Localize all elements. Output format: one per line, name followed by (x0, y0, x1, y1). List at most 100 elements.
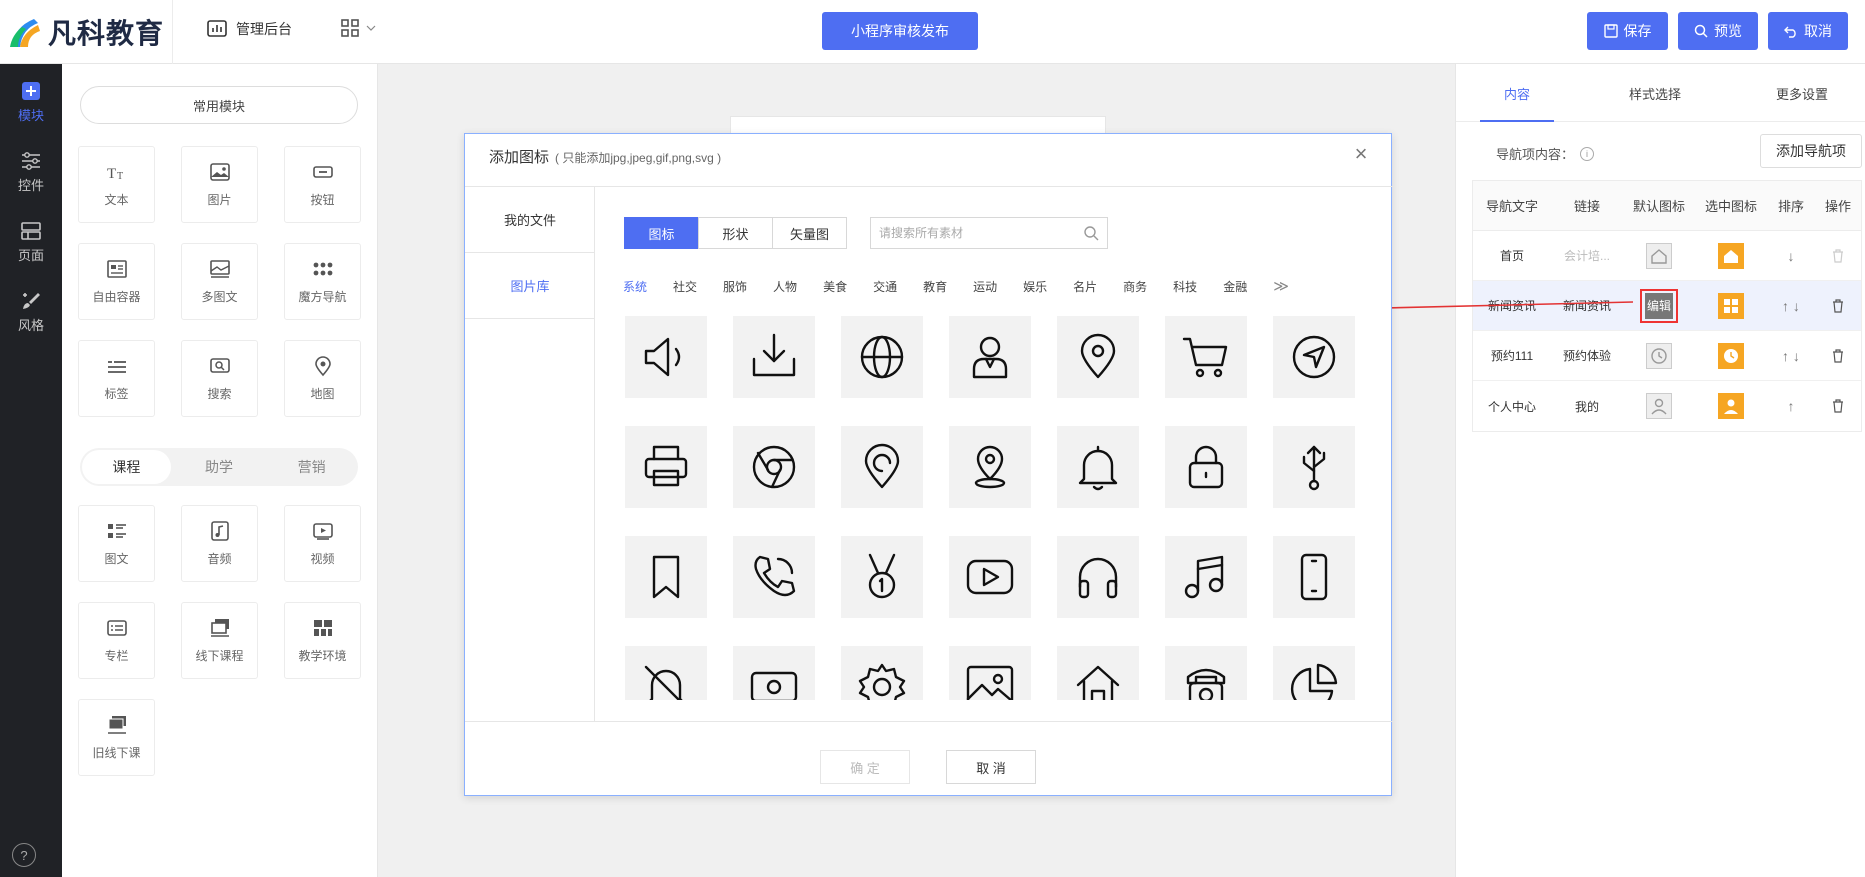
nav-link[interactable]: 我的 (1551, 381, 1623, 431)
search-icon[interactable] (1083, 225, 1099, 241)
dialog-cancel-button[interactable]: 取 消 (946, 750, 1036, 784)
category-tech[interactable]: 科技 (1173, 278, 1197, 295)
common-modules-button[interactable]: 常用模块 (80, 86, 358, 124)
selected-grid-icon[interactable] (1718, 292, 1744, 319)
globe-icon[interactable] (841, 316, 923, 398)
module-map[interactable]: 地图 (284, 340, 361, 417)
image-icon[interactable] (949, 646, 1031, 700)
rail-item-controls[interactable]: 控件 (0, 142, 62, 202)
info-icon[interactable]: i (1580, 146, 1595, 161)
sidebar-item-my-files[interactable]: 我的文件 (465, 187, 595, 253)
sort-arrows[interactable]: ↑ ↓ (1767, 281, 1815, 330)
segment-marketing[interactable]: 营销 (267, 450, 356, 484)
video-play-icon[interactable] (949, 536, 1031, 618)
bell-off-icon[interactable] (625, 646, 707, 700)
segment-study[interactable]: 助学 (175, 450, 264, 484)
category-clothing[interactable]: 服饰 (723, 278, 747, 295)
settings-gear-icon[interactable] (841, 646, 923, 700)
speaker-icon[interactable] (625, 316, 707, 398)
category-entertainment[interactable]: 娱乐 (1023, 278, 1047, 295)
module-text[interactable]: TT 文本 (78, 146, 155, 223)
module-tag[interactable]: 标签 (78, 340, 155, 417)
printer-icon[interactable] (625, 426, 707, 508)
chrome-icon[interactable] (733, 426, 815, 508)
pie-chart-icon[interactable] (1273, 646, 1355, 700)
category-commerce[interactable]: 商务 (1123, 278, 1147, 295)
default-home-icon[interactable] (1646, 242, 1672, 269)
place-marker-icon[interactable] (949, 426, 1031, 508)
rail-item-modules[interactable]: 模块 (0, 72, 62, 132)
tab-vectors[interactable]: 矢量图 (772, 217, 847, 249)
edit-icon-button[interactable]: 编辑 (1645, 292, 1673, 319)
module-image[interactable]: 图片 (181, 146, 258, 223)
tab-content[interactable]: 内容 (1504, 84, 1530, 103)
confirm-button[interactable]: 确 定 (820, 750, 910, 784)
sort-arrows[interactable]: ↑ (1767, 381, 1815, 431)
module-article[interactable]: 图文 (78, 505, 155, 582)
medal-icon[interactable] (841, 536, 923, 618)
delete-icon[interactable] (1815, 331, 1861, 380)
tab-shapes[interactable]: 形状 (698, 217, 773, 249)
module-column[interactable]: 专栏 (78, 602, 155, 679)
music-note-icon[interactable] (1165, 536, 1247, 618)
rail-item-pages[interactable]: 页面 (0, 212, 62, 272)
module-button[interactable]: 按钮 (284, 146, 361, 223)
publish-button[interactable]: 小程序审核发布 (822, 12, 978, 50)
category-system[interactable]: 系统 (623, 278, 647, 295)
tab-more-settings[interactable]: 更多设置 (1776, 84, 1828, 103)
category-education[interactable]: 教育 (923, 278, 947, 295)
help-icon[interactable]: ? (12, 843, 36, 867)
headphones-icon[interactable] (1057, 536, 1139, 618)
category-transport[interactable]: 交通 (873, 278, 897, 295)
category-sports[interactable]: 运动 (973, 278, 997, 295)
user-icon[interactable] (949, 316, 1031, 398)
module-teaching-env[interactable]: 教学环境 (284, 602, 361, 679)
module-cube-nav[interactable]: 魔方导航 (284, 243, 361, 320)
category-people[interactable]: 人物 (773, 278, 797, 295)
tab-style[interactable]: 样式选择 (1629, 84, 1681, 103)
module-audio[interactable]: 音频 (181, 505, 258, 582)
module-video[interactable]: 视频 (284, 505, 361, 582)
module-search[interactable]: 搜索 (181, 340, 258, 417)
close-icon[interactable]: × (1349, 142, 1373, 166)
bookmark-icon[interactable] (625, 536, 707, 618)
module-offline-course[interactable]: 线下课程 (181, 602, 258, 679)
telephone-icon[interactable] (1165, 646, 1247, 700)
download-tray-icon[interactable] (733, 316, 815, 398)
delete-icon[interactable] (1815, 281, 1861, 330)
usb-icon[interactable] (1273, 426, 1355, 508)
delete-icon[interactable] (1815, 381, 1861, 431)
module-free-container[interactable]: 自由容器 (78, 243, 155, 320)
shopping-cart-icon[interactable] (1165, 316, 1247, 398)
preview-button[interactable]: 预览 (1678, 12, 1758, 50)
module-old-offline[interactable]: 旧线下课 (78, 699, 155, 776)
default-user-icon[interactable] (1646, 393, 1672, 419)
category-business-card[interactable]: 名片 (1073, 278, 1097, 295)
apps-menu-button[interactable] (340, 18, 376, 38)
default-clock-icon[interactable] (1646, 342, 1672, 369)
brand-logo[interactable]: 凡科教育 (8, 10, 164, 54)
bell-icon[interactable] (1057, 426, 1139, 508)
selected-clock-icon[interactable] (1718, 342, 1744, 369)
cancel-button[interactable]: 取消 (1768, 12, 1848, 50)
sort-arrows[interactable]: ↑ ↓ (1767, 331, 1815, 380)
nav-link[interactable]: 预约体验 (1551, 331, 1623, 380)
phone-call-icon[interactable] (733, 536, 815, 618)
edit-icon-highlight[interactable]: 编辑 (1640, 288, 1678, 323)
delete-icon[interactable] (1815, 231, 1861, 280)
map-pin-icon[interactable] (1057, 316, 1139, 398)
location-icon[interactable] (841, 426, 923, 508)
segment-course[interactable]: 课程 (82, 450, 171, 484)
selected-user-icon[interactable] (1718, 393, 1744, 419)
category-finance[interactable]: 金融 (1223, 278, 1247, 295)
search-input[interactable] (879, 226, 1083, 240)
navigation-icon[interactable] (1273, 316, 1355, 398)
home-icon[interactable] (1057, 646, 1139, 700)
admin-button[interactable]: 管理后台 (206, 18, 292, 40)
more-categories-icon[interactable]: ≫ (1273, 277, 1289, 295)
rail-item-style[interactable]: 风格 (0, 282, 62, 342)
save-button[interactable]: 保存 (1587, 12, 1668, 50)
smartphone-icon[interactable] (1273, 536, 1355, 618)
add-nav-item-button[interactable]: 添加导航项 (1760, 134, 1862, 168)
module-multi-image-text[interactable]: 多图文 (181, 243, 258, 320)
